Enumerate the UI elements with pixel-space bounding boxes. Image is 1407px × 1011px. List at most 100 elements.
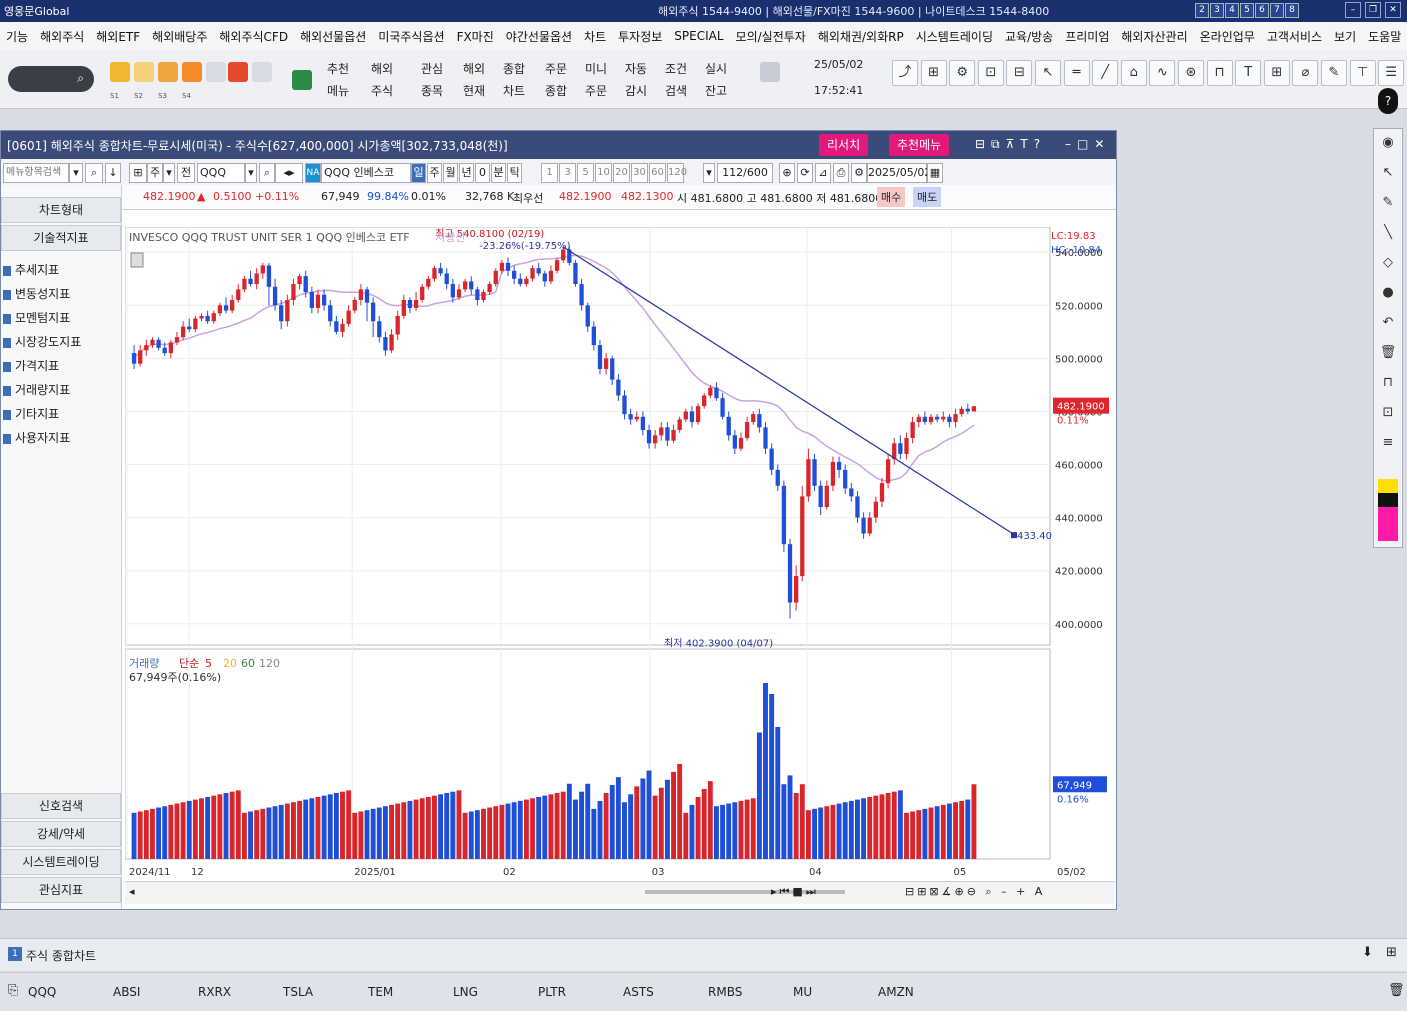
menu-item[interactable]: 해외주식CFD — [213, 28, 294, 45]
indicator-category[interactable]: 가격지표 — [3, 355, 59, 377]
dropdown-icon[interactable]: ▾ — [69, 163, 83, 183]
count-input[interactable]: 112/600 — [717, 163, 773, 183]
chart-area[interactable]: 540.0000520.0000500.0000480.0000460.0000… — [124, 226, 1115, 878]
magnet-icon[interactable]: ⊓ — [1378, 373, 1398, 393]
compare-icon[interactable]: ⊿ — [815, 163, 831, 183]
menu-search-input[interactable] — [3, 163, 69, 183]
sell-button[interactable]: 매도 — [913, 187, 942, 207]
interval-button[interactable]: 3 — [559, 163, 576, 183]
quick-search-input[interactable]: ⌕ — [8, 66, 94, 92]
ticker-tab[interactable]: RMBS — [708, 985, 742, 999]
toolbar-button[interactable]: 실시 잔고 — [700, 58, 732, 102]
dot-icon[interactable]: ● — [1378, 283, 1398, 303]
menu-item[interactable]: 고객서비스 — [1261, 28, 1328, 45]
screen-icon[interactable] — [182, 62, 202, 82]
question-icon[interactable]: ? — [1378, 88, 1398, 114]
period-button[interactable]: 년 — [459, 163, 474, 183]
chart-svg[interactable]: 540.0000520.0000500.0000480.0000460.0000… — [124, 226, 1115, 878]
indicators-button[interactable]: 기술적지표 — [1, 225, 121, 251]
interval-button[interactable]: 1 — [541, 163, 558, 183]
color-yellow[interactable] — [1378, 479, 1398, 493]
indicator-category[interactable]: 추세지표 — [3, 259, 59, 281]
toolbar-button[interactable]: 해외 주식 — [366, 58, 398, 102]
circle-icon[interactable]: ⌀ — [1292, 60, 1319, 86]
page-tab[interactable]: 7 — [1270, 3, 1284, 18]
calendar-icon[interactable]: ▦ — [927, 163, 943, 183]
period-button[interactable]: 분 — [491, 163, 506, 183]
close-icon[interactable]: ✕ — [1385, 2, 1401, 18]
eraser-icon[interactable]: ◇ — [1378, 253, 1398, 273]
indicator-category[interactable]: 사용자지표 — [3, 427, 70, 449]
left-bottom-button[interactable]: 강세/약세 — [1, 821, 121, 847]
page-tab[interactable]: 3 — [1210, 3, 1224, 18]
minimize-icon[interactable]: – — [1345, 2, 1361, 18]
buy-button[interactable]: 매수 — [877, 187, 906, 207]
scroll-left-icon[interactable]: ◂ — [129, 885, 135, 898]
undo-icon[interactable]: ↶ — [1378, 313, 1398, 333]
interval-button[interactable]: 5 — [577, 163, 594, 183]
cursor-icon[interactable]: ↖ — [1035, 60, 1061, 86]
settings-icon[interactable]: ⚙ — [851, 163, 867, 183]
pen-icon[interactable]: ✎ — [1321, 60, 1347, 86]
list-icon[interactable]: ≡ — [1378, 433, 1398, 453]
chart-type-icon[interactable]: ⊟ — [1006, 60, 1033, 86]
pin-icon[interactable]: ⬇ — [1362, 945, 1373, 960]
interval-button[interactable]: 20 — [613, 163, 630, 183]
fib-icon[interactable]: ⊛ — [1178, 60, 1204, 86]
redo-icon[interactable]: ⤴ — [892, 60, 918, 86]
toolbar-button[interactable]: 해외 현재 — [458, 58, 490, 102]
toolbar-button[interactable]: 추천 메뉴 — [322, 58, 354, 102]
prev-next-icon[interactable]: ◂▸ — [275, 163, 303, 183]
hline-icon[interactable]: ═ — [1063, 60, 1090, 86]
download-icon[interactable]: ↓ — [105, 163, 121, 183]
date-input[interactable]: 2025/05/02 — [867, 163, 931, 183]
toolbar-button[interactable]: 조건 검색 — [660, 58, 692, 102]
indicator-category[interactable]: 기타지표 — [3, 403, 59, 425]
menu-item[interactable]: 시스템트레이딩 — [910, 28, 999, 45]
ticker-tab[interactable]: QQQ — [28, 985, 56, 999]
box-icon[interactable]: ⊓ — [1206, 60, 1233, 86]
menu-item[interactable]: 도움말 — [1362, 28, 1407, 45]
period-button[interactable]: 일 — [411, 163, 426, 183]
trend-icon[interactable]: ╱ — [1092, 60, 1119, 86]
auto-icon[interactable]: ⌂ — [1120, 60, 1147, 86]
page-tab[interactable]: 4 — [1225, 3, 1239, 18]
toolbar-button[interactable]: 미니 주문 — [580, 58, 612, 102]
toolbar-button[interactable]: 종합 차트 — [498, 58, 530, 102]
window-icon[interactable]: ⊡ — [977, 60, 1004, 86]
trash-icon[interactable]: 🗑 — [1388, 983, 1405, 998]
left-bottom-button[interactable]: 관심지표 — [1, 877, 121, 903]
research-button[interactable]: 리서치 — [819, 134, 869, 156]
window-tool-icons[interactable]: ⊟⧉⊼T? — [975, 137, 1046, 152]
chart-scrollbar[interactable]: ◂ ▸⏮■⏭ ⊟⊞⊠∡⊕⊖ ⌕ – + A — [125, 881, 1115, 904]
lock-icon[interactable] — [158, 62, 178, 82]
indicator-category[interactable]: 모멘텀지표 — [3, 307, 70, 329]
gear-icon[interactable]: ⚙ — [949, 60, 976, 86]
period-button[interactable]: 주 — [427, 163, 442, 183]
task-chart-label[interactable]: 주식 종합차트 — [26, 947, 96, 964]
recommend-menu-button[interactable]: 추천메뉴 — [889, 134, 950, 156]
period-button[interactable]: 월 — [443, 163, 458, 183]
record-icon[interactable] — [228, 62, 248, 82]
menu-item[interactable]: 야간선물옵션 — [500, 28, 578, 45]
menu-item[interactable]: 온라인업무 — [1194, 28, 1261, 45]
grid-icon[interactable]: ⊞ — [920, 60, 947, 86]
print-icon[interactable]: ⎙ — [833, 163, 849, 183]
menu-item[interactable]: 미국주식옵션 — [372, 28, 450, 45]
period-button[interactable]: 0 — [475, 163, 490, 183]
page-tab[interactable]: 8 — [1285, 3, 1299, 18]
text-icon[interactable]: T — [1235, 60, 1262, 86]
color-black[interactable] — [1378, 493, 1398, 507]
menu-item[interactable]: 프리미엄 — [1059, 28, 1115, 45]
menu-item[interactable]: SPECIAL — [668, 29, 729, 43]
nav-icons[interactable]: ▸⏮■⏭ — [771, 885, 819, 899]
menu-item[interactable]: 교육/방송 — [999, 28, 1059, 45]
zoom-icons[interactable]: ⊟⊞⊠∡⊕⊖ ⌕ – + A — [905, 885, 1045, 899]
ticker-tab[interactable]: PLTR — [538, 985, 566, 999]
toolbar-button[interactable]: 관심 종목 — [416, 58, 448, 102]
ticker-tab[interactable]: ASTS — [623, 985, 654, 999]
interval-button[interactable]: 30 — [631, 163, 648, 183]
menu-icon[interactable]: ☰ — [1378, 60, 1405, 86]
restore-icon[interactable]: ❐ — [1365, 2, 1381, 18]
layout-icon[interactable]: ⊞ — [1386, 945, 1397, 960]
